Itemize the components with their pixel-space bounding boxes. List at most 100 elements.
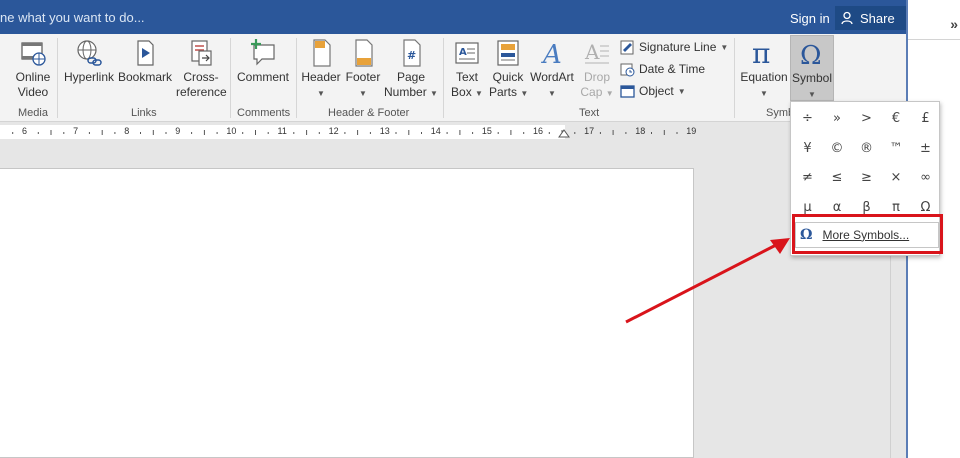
drop-cap-button[interactable]: A Drop Cap ▼ <box>578 38 616 101</box>
ruler-tick <box>408 130 410 135</box>
ruler-number: 9 <box>175 126 181 136</box>
indent-marker-icon[interactable] <box>558 128 570 138</box>
symbol-cell[interactable]: ∞ <box>911 163 940 192</box>
symbol-cell[interactable]: ÷ <box>793 104 822 133</box>
comment-button[interactable]: Comment <box>233 38 293 85</box>
highlight-box <box>792 214 943 254</box>
ruler-tick <box>216 132 218 134</box>
ruler-tick <box>203 130 205 135</box>
symbol-cell[interactable]: × <box>882 163 911 192</box>
cross-reference-button[interactable]: Cross- reference <box>176 38 227 100</box>
document-page[interactable] <box>0 168 694 458</box>
hyperlink-button[interactable]: Hyperlink <box>62 38 116 85</box>
ruler-tick <box>306 130 308 135</box>
ruler-tick <box>663 130 665 135</box>
page-number-label-1: Page <box>396 70 426 84</box>
sign-in-link[interactable]: Sign in <box>790 11 830 26</box>
group-label-text: Text <box>579 107 600 119</box>
bookmark-label: Bookmark <box>117 70 173 84</box>
footer-icon <box>355 39 373 67</box>
svg-text:#: # <box>407 49 416 62</box>
symbol-button[interactable]: Ω Symbol ▼ <box>790 35 834 101</box>
symbol-cell[interactable]: ± <box>911 134 940 163</box>
ruler-number: 14 <box>430 126 441 136</box>
wordart-button[interactable]: A WordArt ▼ <box>529 38 575 101</box>
online-video-button[interactable]: Online Video <box>8 38 58 100</box>
wordart-label: WordArt <box>530 70 574 84</box>
group-label-media: Media <box>18 107 48 119</box>
ruler-tick <box>318 132 320 134</box>
ruler-tick <box>497 132 499 134</box>
date-time-label: Date & Time <box>639 62 706 76</box>
ruler-tick <box>88 132 90 134</box>
ruler-number: 17 <box>584 126 595 136</box>
text-box-icon: A <box>455 42 479 64</box>
page-number-button[interactable]: # Page Number ▼ <box>384 38 438 101</box>
ruler-number: 18 <box>635 126 646 136</box>
tell-me-search[interactable]: ne what you want to do... <box>0 10 145 25</box>
symbol-cell[interactable]: € <box>882 104 911 133</box>
signature-line-icon <box>620 40 634 54</box>
cross-reference-label-1: Cross- <box>183 70 219 84</box>
bookmark-button[interactable]: Bookmark <box>117 38 173 85</box>
group-label-links: Links <box>131 107 157 119</box>
signature-line-label: Signature Line <box>639 40 717 54</box>
symbol-cell[interactable]: ≥ <box>852 163 881 192</box>
chevron-down-icon: ▼ <box>317 89 325 98</box>
chevron-right-icon[interactable]: » <box>950 16 958 32</box>
header-button[interactable]: Header ▼ <box>300 38 342 101</box>
text-box-label-2: Box ▼ <box>451 85 483 99</box>
title-bar: ne what you want to do... Sign in Share <box>0 0 906 34</box>
ruler-tick <box>344 132 346 134</box>
share-button[interactable]: Share <box>835 6 906 30</box>
symbol-cell[interactable]: > <box>852 104 881 133</box>
quick-parts-button[interactable]: Quick Parts ▼ <box>489 38 528 101</box>
symbol-cell[interactable]: ¥ <box>793 134 822 163</box>
ruler-number: 11 <box>277 126 287 136</box>
drop-cap-icon: A <box>584 40 609 64</box>
hyperlink-label: Hyperlink <box>63 70 114 84</box>
page-number-icon: # <box>403 39 421 67</box>
ruler-tick <box>625 132 627 134</box>
online-video-label-1: Online <box>15 70 51 84</box>
ruler-tick <box>37 132 39 134</box>
svg-text:A: A <box>541 40 562 68</box>
object-button[interactable]: Object ▼ <box>620 81 686 101</box>
symbol-cell[interactable]: ≠ <box>793 163 822 192</box>
ruler-ticks <box>12 130 678 135</box>
symbol-cell[interactable]: ™ <box>882 134 911 163</box>
footer-button[interactable]: Footer ▼ <box>343 38 383 101</box>
symbol-cell[interactable]: ≤ <box>823 163 852 192</box>
symbol-cell[interactable]: © <box>823 134 852 163</box>
symbol-cell[interactable]: £ <box>911 104 940 133</box>
ruler-tick <box>510 130 512 135</box>
page-number-label-2: Number ▼ <box>384 85 438 99</box>
ruler-number: 12 <box>328 126 339 136</box>
ruler-tick <box>267 132 269 134</box>
text-box-label-1: Text <box>455 70 478 84</box>
drop-cap-label-1: Drop <box>583 70 610 84</box>
ruler-tick <box>255 130 256 135</box>
signature-line-button[interactable]: Signature Line ▼ <box>620 37 728 57</box>
ruler-number: 16 <box>533 126 544 136</box>
ruler-tick <box>395 132 397 134</box>
ruler-tick <box>446 132 448 134</box>
equation-button[interactable]: π Equation ▼ <box>740 38 788 101</box>
symbol-cell[interactable]: ® <box>852 134 881 163</box>
ruler-tick <box>165 132 167 134</box>
ruler-number: 7 <box>73 126 79 136</box>
text-box-button[interactable]: A Text Box ▼ <box>448 38 486 101</box>
ribbon-insert-tab: Online Video Media Hyperlink Bookmark Cr… <box>0 34 906 122</box>
ruler-tick <box>612 130 614 135</box>
object-icon <box>620 84 635 98</box>
chevron-down-icon: ▼ <box>720 42 729 52</box>
date-time-button[interactable]: Date & Time <box>620 59 705 79</box>
symbol-cell[interactable]: » <box>823 104 852 133</box>
ruler-tick <box>191 132 193 134</box>
symbol-label: Symbol <box>791 71 832 85</box>
group-separator <box>296 38 297 118</box>
film-globe-icon <box>21 42 46 66</box>
quick-parts-label-1: Quick <box>492 70 524 84</box>
group-separator <box>57 38 58 118</box>
group-label-header-footer: Header & Footer <box>328 107 410 119</box>
